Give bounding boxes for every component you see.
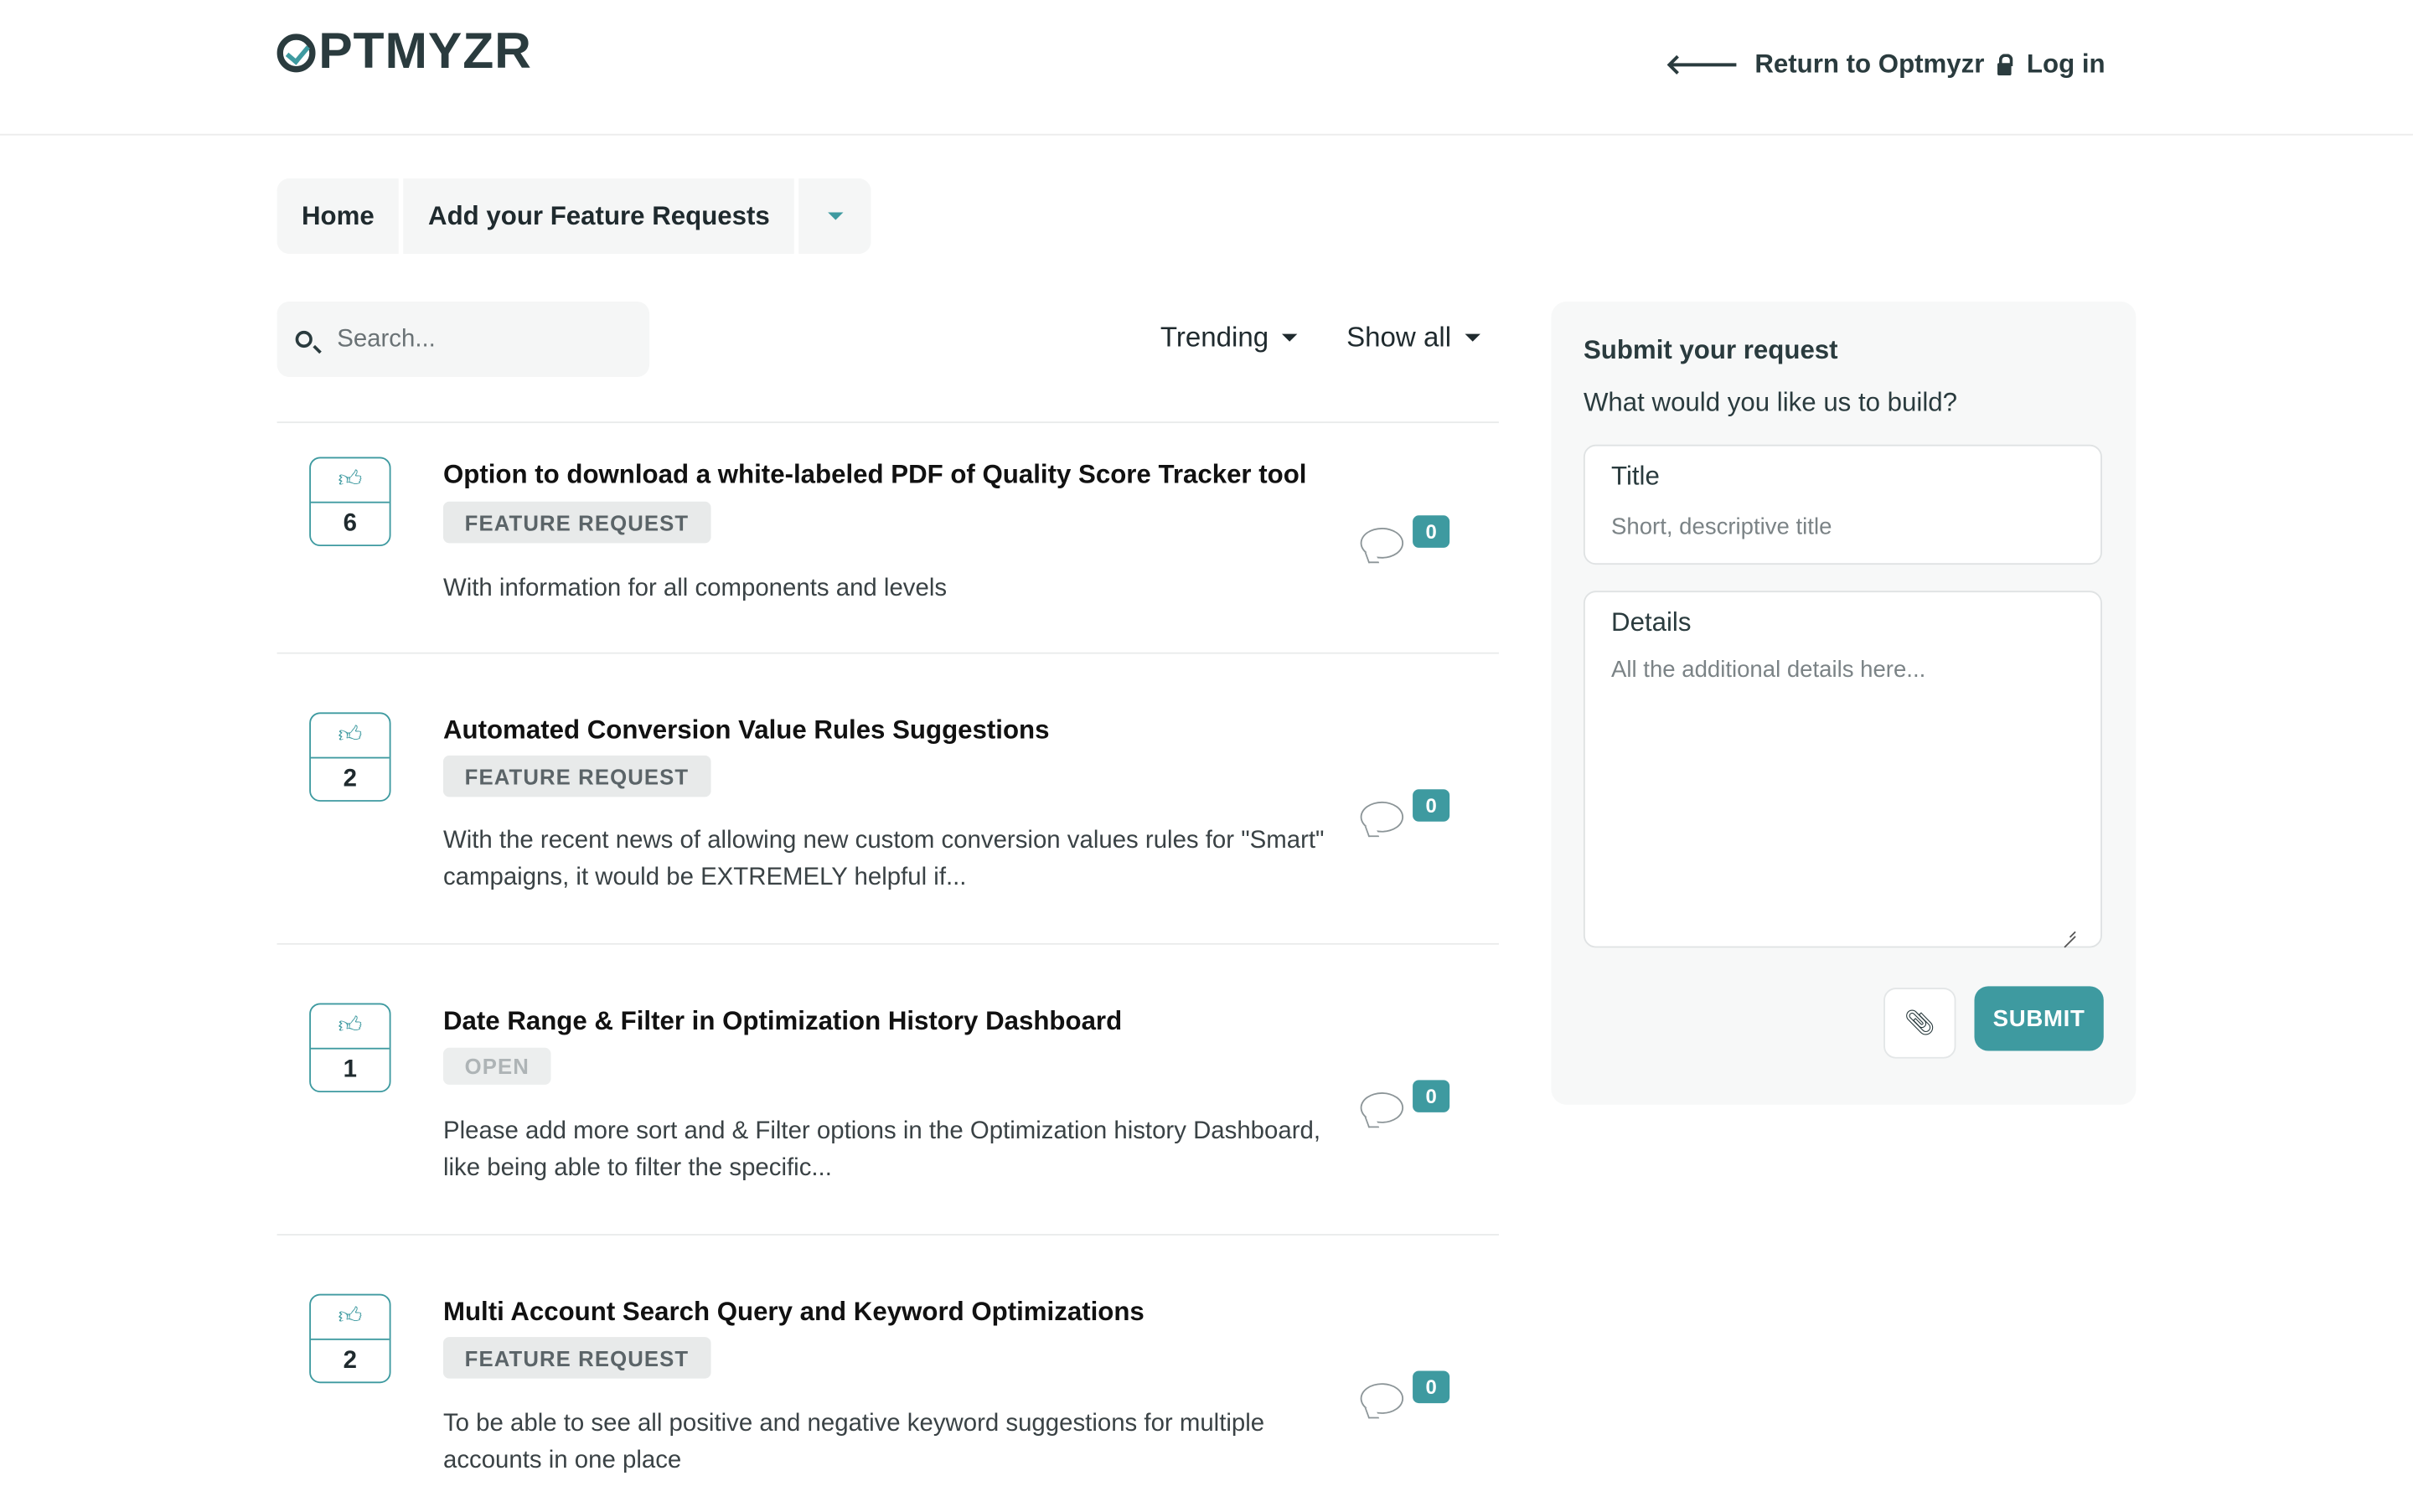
request-description: To be able to see all positive and negat…: [442, 1411, 1265, 1474]
resize-handle-icon[interactable]: [2064, 925, 2076, 937]
attach-file-button[interactable]: 📎︎: [1883, 988, 1956, 1059]
request-title[interactable]: Multi Account Search Query and Keyword O…: [443, 1297, 1144, 1328]
request-description: With the recent news of allowing new cus…: [442, 828, 1325, 891]
vote-count: 2: [343, 1347, 358, 1374]
comment-count: 0: [1413, 1080, 1450, 1112]
breadcrumb-current[interactable]: Add your Feature Requests: [403, 178, 795, 255]
speech-bubble-icon: [1360, 801, 1404, 833]
search-box: [276, 301, 650, 377]
vote-count: 2: [343, 765, 358, 792]
login-link[interactable]: Log in: [1997, 49, 2106, 80]
comment-count: 0: [1413, 1370, 1450, 1404]
speech-bubble-icon: [1360, 1383, 1404, 1414]
lock-icon: [1997, 54, 2013, 75]
upvote-button[interactable]: 👍︎ 2: [309, 712, 391, 802]
details-textarea[interactable]: [1611, 657, 2074, 919]
login-label: Log in: [2026, 49, 2106, 79]
comment-count: 0: [1413, 515, 1450, 548]
show-filter-label: Show all: [1346, 321, 1452, 353]
breadcrumb-dropdown[interactable]: [798, 178, 872, 255]
request-row[interactable]: 👍︎ 6 Option to download a white-labeled …: [276, 421, 1499, 653]
submit-button[interactable]: SUBMIT: [1974, 986, 2104, 1051]
title-field[interactable]: Title: [1583, 444, 2102, 565]
request-row[interactable]: 👍︎ 2 Automated Conversion Value Rules Su…: [276, 652, 1499, 943]
show-filter-dropdown[interactable]: Show all: [1346, 322, 1480, 354]
request-description: Please add more sort and & Filter option…: [442, 1118, 1321, 1182]
page: PTMYZR 🡐 Return to Optmyzr Log in Home A…: [0, 0, 2413, 1508]
request-title[interactable]: Option to download a white-labeled PDF o…: [443, 460, 1307, 491]
comments-indicator[interactable]: 0: [1357, 1370, 1453, 1426]
chevron-down-icon: [1465, 333, 1480, 342]
panel-subheading: What would you like us to build?: [1583, 387, 1958, 417]
upvote-button[interactable]: 👍︎ 6: [309, 457, 391, 547]
chevron-down-icon: [827, 212, 844, 220]
chevron-down-icon: [1282, 333, 1299, 342]
sort-dropdown[interactable]: Trending: [1160, 321, 1299, 354]
title-label: Title: [1611, 462, 1660, 491]
arrow-left-icon: 🡐: [1665, 49, 1739, 80]
comments-indicator[interactable]: 0: [1357, 515, 1453, 570]
speech-bubble-icon: [1360, 527, 1404, 559]
status-badge: OPEN: [442, 1047, 551, 1085]
request-row[interactable]: 👍︎ 1 Date Range & Filter in Optimization…: [276, 942, 1499, 1234]
request-list: 👍︎ 6 Option to download a white-labeled …: [276, 421, 1499, 1512]
search-icon: [295, 330, 313, 348]
upvote-button[interactable]: 👍︎ 1: [309, 1003, 391, 1093]
return-to-optmyzr-link[interactable]: 🡐 Return to Optmyzr: [1665, 49, 1984, 80]
return-label: Return to Optmyzr: [1754, 49, 1985, 79]
status-badge: FEATURE REQUEST: [442, 1337, 710, 1379]
submit-request-panel: Submit your request What would you like …: [1551, 301, 2137, 1105]
request-description: With information for all components and …: [442, 575, 948, 602]
title-input[interactable]: [1611, 513, 2074, 540]
request-title[interactable]: Date Range & Filter in Optimization Hist…: [443, 1006, 1122, 1037]
thumbs-up-icon: 👍︎: [311, 714, 390, 759]
thumbs-up-icon: 👍︎: [311, 1296, 390, 1340]
sort-label: Trending: [1160, 321, 1269, 353]
request-row[interactable]: 👍︎ 2 Multi Account Search Query and Keyw…: [276, 1234, 1499, 1512]
thumbs-up-icon: 👍︎: [311, 458, 390, 503]
logo-check-icon: [276, 33, 316, 72]
comments-indicator[interactable]: 0: [1357, 789, 1453, 844]
status-badge: FEATURE REQUEST: [442, 501, 710, 544]
vote-count: 6: [343, 509, 358, 537]
details-field[interactable]: Details: [1583, 591, 2102, 948]
speech-bubble-icon: [1360, 1092, 1404, 1123]
comment-count: 0: [1413, 789, 1450, 822]
status-badge: FEATURE REQUEST: [442, 755, 710, 797]
header: PTMYZR 🡐 Return to Optmyzr Log in: [0, 0, 2413, 136]
breadcrumb: Home Add your Feature Requests: [276, 178, 872, 255]
breadcrumb-home[interactable]: Home: [276, 178, 400, 255]
thumbs-up-icon: 👍︎: [311, 1004, 390, 1050]
optmyzr-logo[interactable]: PTMYZR: [276, 21, 532, 80]
search-input[interactable]: [333, 323, 633, 355]
request-title[interactable]: Automated Conversion Value Rules Suggest…: [443, 715, 1049, 746]
details-label: Details: [1611, 607, 1692, 637]
logo-text: PTMYZR: [318, 21, 532, 79]
upvote-button[interactable]: 👍︎ 2: [309, 1293, 391, 1384]
comments-indicator[interactable]: 0: [1357, 1080, 1453, 1135]
paperclip-icon: 📎︎: [1904, 1010, 1935, 1037]
vote-count: 1: [343, 1055, 358, 1083]
panel-heading: Submit your request: [1583, 335, 1838, 365]
